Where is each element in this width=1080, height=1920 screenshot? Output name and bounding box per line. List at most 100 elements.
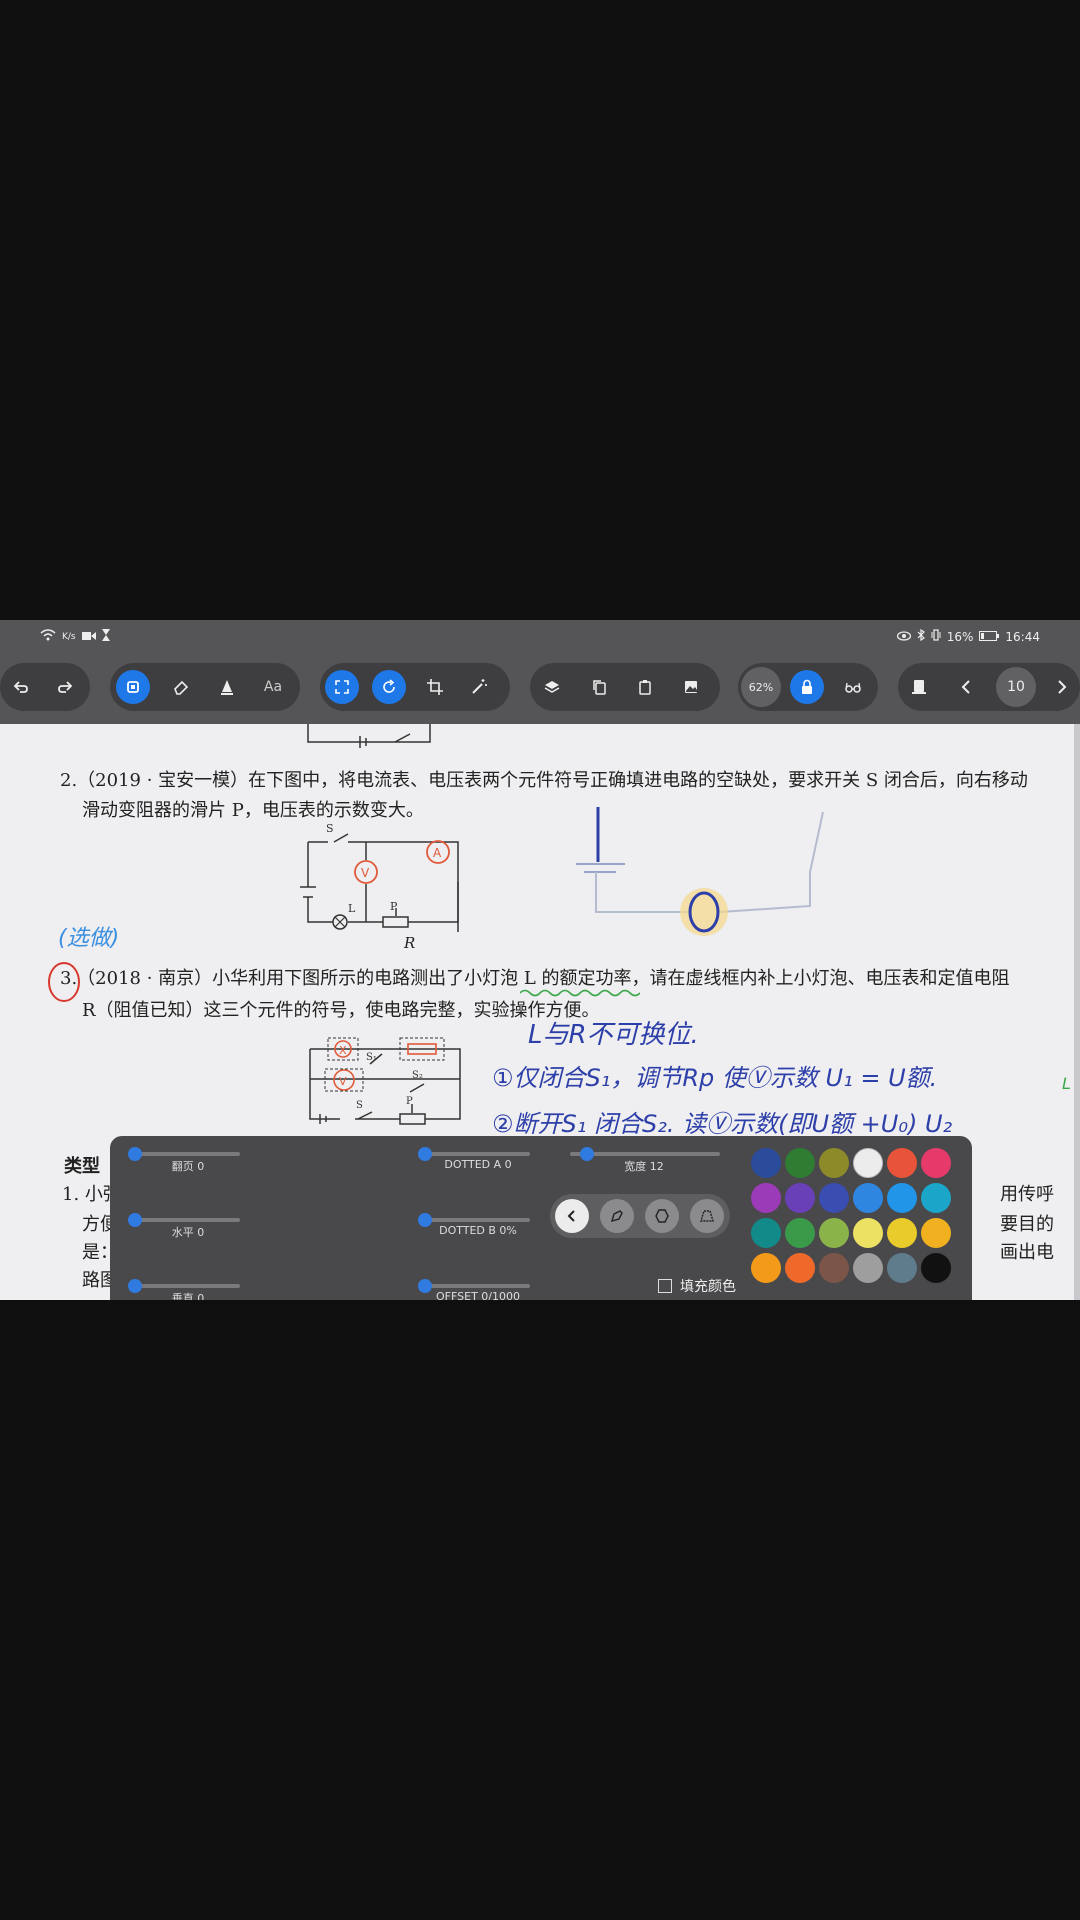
reading-mode-button[interactable] <box>836 670 870 704</box>
color-swatch[interactable] <box>785 1183 815 1213</box>
copy-icon <box>593 680 606 695</box>
chevron-right-icon <box>1058 680 1067 694</box>
redo-button[interactable] <box>48 670 82 704</box>
color-swatch[interactable] <box>887 1218 917 1248</box>
dotted-b-slider[interactable] <box>418 1213 530 1227</box>
toolbar: Aa 62% 10 <box>0 654 1080 724</box>
rotate-button[interactable] <box>372 670 406 704</box>
vertical-slider[interactable] <box>128 1279 240 1293</box>
voltmeter-box-label: V <box>339 1075 347 1088</box>
next-page-button[interactable] <box>1044 670 1078 704</box>
eraser-button[interactable] <box>164 670 198 704</box>
lamp-label: L <box>348 902 356 915</box>
type-heading: 类型 <box>64 1156 100 1177</box>
color-swatch[interactable] <box>853 1218 883 1248</box>
offset-label: OFFSET 0/1000 <box>436 1290 520 1300</box>
layers-icon <box>544 681 560 693</box>
shape-selector <box>550 1194 730 1238</box>
color-swatch[interactable] <box>785 1148 815 1178</box>
fill-color-toggle[interactable]: 填充颜色 <box>658 1276 736 1296</box>
color-swatch[interactable] <box>819 1253 849 1283</box>
pen-tool-button[interactable] <box>116 670 150 704</box>
color-swatch[interactable] <box>853 1253 883 1283</box>
question-3-line-1: 3.（2018 · 南京）小华利用下图所示的电路测出了小灯泡 L 的额定功率，请… <box>60 968 1010 989</box>
question-2-circuit: V A S L P <box>300 822 459 932</box>
zoom-level-button[interactable]: 62% <box>741 667 781 707</box>
color-swatch[interactable] <box>819 1218 849 1248</box>
color-swatch[interactable] <box>921 1218 951 1248</box>
color-swatch[interactable] <box>819 1183 849 1213</box>
color-swatch[interactable] <box>921 1148 951 1178</box>
crop-button[interactable] <box>418 670 452 704</box>
pen-shape-button[interactable] <box>600 1199 634 1233</box>
highlighter-button[interactable] <box>210 670 244 704</box>
color-swatch[interactable] <box>921 1253 951 1283</box>
right-fragment-3: 画出电 <box>1000 1242 1054 1263</box>
handwriting-note-1: L与R不可换位. <box>528 1020 699 1050</box>
eye-icon <box>896 630 911 644</box>
horizontal-slider[interactable] <box>128 1213 240 1227</box>
clipboard-button[interactable] <box>628 670 662 704</box>
expand-icon <box>335 680 349 694</box>
color-swatch[interactable] <box>921 1183 951 1213</box>
collapse-button[interactable] <box>555 1199 589 1233</box>
hourglass-icon <box>101 629 110 644</box>
highlighter-icon <box>221 680 233 695</box>
color-swatch[interactable] <box>751 1253 781 1283</box>
color-swatch[interactable] <box>887 1183 917 1213</box>
question-2-line-1: 2.（2019 · 宝安一模）在下图中，将电流表、电压表两个元件符号正确填进电路… <box>60 770 1028 791</box>
rheostat-label: R <box>404 934 416 952</box>
color-swatch[interactable] <box>751 1218 781 1248</box>
clipboard-icon <box>639 680 651 695</box>
fit-screen-button[interactable] <box>325 670 359 704</box>
dotted-a-slider[interactable] <box>418 1147 530 1161</box>
right-fragment-2: 要目的 <box>1000 1214 1054 1235</box>
margin-note: L <box>1062 1074 1071 1093</box>
offset-slider[interactable] <box>418 1279 530 1293</box>
tablet-icon <box>912 680 926 694</box>
trapezoid-shape-button[interactable] <box>690 1199 724 1233</box>
battery-icon <box>979 630 1000 644</box>
color-swatch[interactable] <box>853 1183 883 1213</box>
status-bar: K/s 16% 16:44 <box>0 620 1080 654</box>
pen-settings-panel: 翻页 0 DOTTED A 0 宽度 12 水平 0 DOTTED B 0% 垂… <box>110 1136 972 1300</box>
clock: 16:44 <box>1005 629 1040 644</box>
color-swatch[interactable] <box>853 1148 883 1178</box>
width-slider[interactable] <box>570 1147 720 1161</box>
handwriting-note-3: ②断开S₁ 闭合S₂. 读Ⓥ示数(即U额 +U₀) U₂ <box>492 1110 953 1138</box>
hexagon-icon <box>655 1209 669 1223</box>
undo-button[interactable] <box>4 670 38 704</box>
prev-page-button[interactable] <box>950 670 984 704</box>
device-button[interactable] <box>902 670 936 704</box>
handdrawn-circuit-sketch <box>576 807 824 936</box>
hexagon-shape-button[interactable] <box>645 1199 679 1233</box>
lock-button[interactable] <box>790 670 824 704</box>
copy-button[interactable] <box>582 670 616 704</box>
color-swatch[interactable] <box>751 1183 781 1213</box>
previous-circuit-fragment <box>307 724 431 748</box>
page-flip-slider[interactable] <box>128 1147 240 1161</box>
magic-wand-button[interactable] <box>462 670 496 704</box>
status-left: K/s <box>40 629 110 644</box>
layers-button[interactable] <box>535 670 569 704</box>
color-swatch[interactable] <box>887 1253 917 1283</box>
color-swatch[interactable] <box>785 1218 815 1248</box>
pen-nib-icon <box>610 1210 623 1223</box>
image-button[interactable] <box>674 670 708 704</box>
text-tool-button[interactable]: Aa <box>256 670 290 704</box>
vibrate-icon <box>931 629 941 644</box>
fill-checkbox[interactable] <box>658 1279 672 1293</box>
vertical-label: 垂直 0 <box>171 1292 205 1300</box>
color-swatch[interactable] <box>819 1148 849 1178</box>
chevron-left-icon <box>961 680 970 694</box>
question-3-line-2: R（阻值已知）这三个元件的符号，使电路完整，实验操作方便。 <box>82 1000 600 1021</box>
scrollbar[interactable] <box>1074 724 1080 1300</box>
page-number[interactable]: 10 <box>996 667 1036 707</box>
bluetooth-icon <box>917 628 925 644</box>
optional-tag: (选做) <box>58 926 120 951</box>
rotate-icon <box>383 679 395 693</box>
color-swatch[interactable] <box>751 1148 781 1178</box>
color-swatch[interactable] <box>887 1148 917 1178</box>
color-swatch[interactable] <box>785 1253 815 1283</box>
lock-icon <box>802 679 812 694</box>
